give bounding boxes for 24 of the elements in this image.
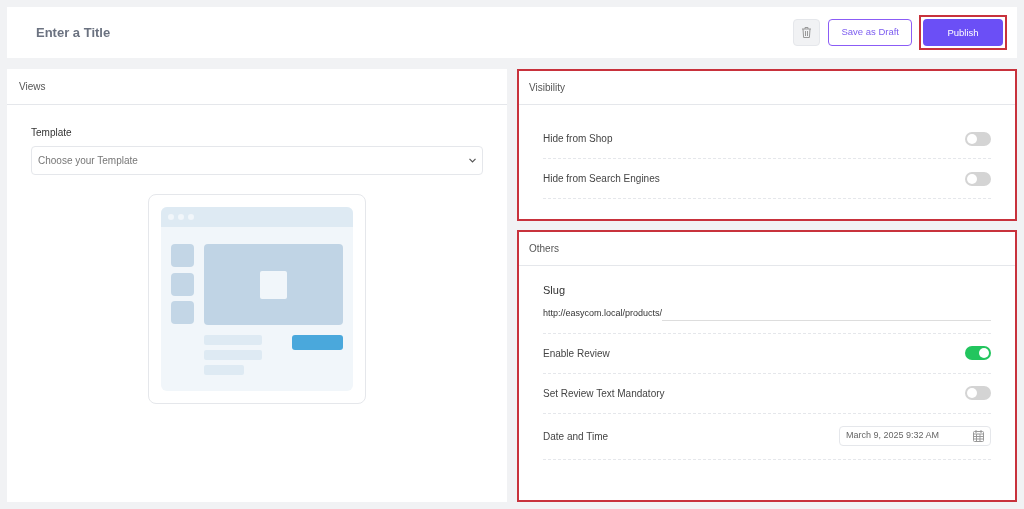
toggle-switch[interactable] [965, 346, 991, 360]
setting-label: Date and Time [543, 429, 609, 444]
date-field[interactable]: March 9, 2025 9:32 AM [839, 426, 991, 446]
panel-title: Others [529, 242, 559, 256]
panel-title: Views [19, 80, 46, 94]
chevron-down-icon [469, 158, 476, 163]
field-label: Template [31, 126, 73, 140]
delete-button[interactable] [793, 19, 821, 46]
slug-prefix: http://easycom.local/products/ [543, 307, 663, 320]
toggle-switch[interactable] [965, 131, 991, 146]
save-draft-button[interactable]: Save as Draft [828, 19, 912, 46]
setting-label: Hide from Search Engines [543, 172, 660, 186]
toggle-switch[interactable] [965, 386, 991, 400]
calendar-icon [973, 430, 984, 442]
publish-button[interactable]: Publish [923, 19, 1003, 47]
toggle-switch[interactable] [965, 171, 991, 186]
trash-icon [802, 27, 812, 38]
page-title[interactable]: Enter a Title [36, 22, 111, 43]
setting-label: Hide from Shop [543, 132, 613, 146]
setting-label: Set Review Text Mandatory [543, 386, 665, 401]
template-select[interactable]: Choose your Template [31, 146, 483, 175]
panel-title: Visibility [529, 81, 565, 95]
field-label: Slug [543, 283, 567, 298]
setting-label: Enable Review [543, 346, 610, 361]
